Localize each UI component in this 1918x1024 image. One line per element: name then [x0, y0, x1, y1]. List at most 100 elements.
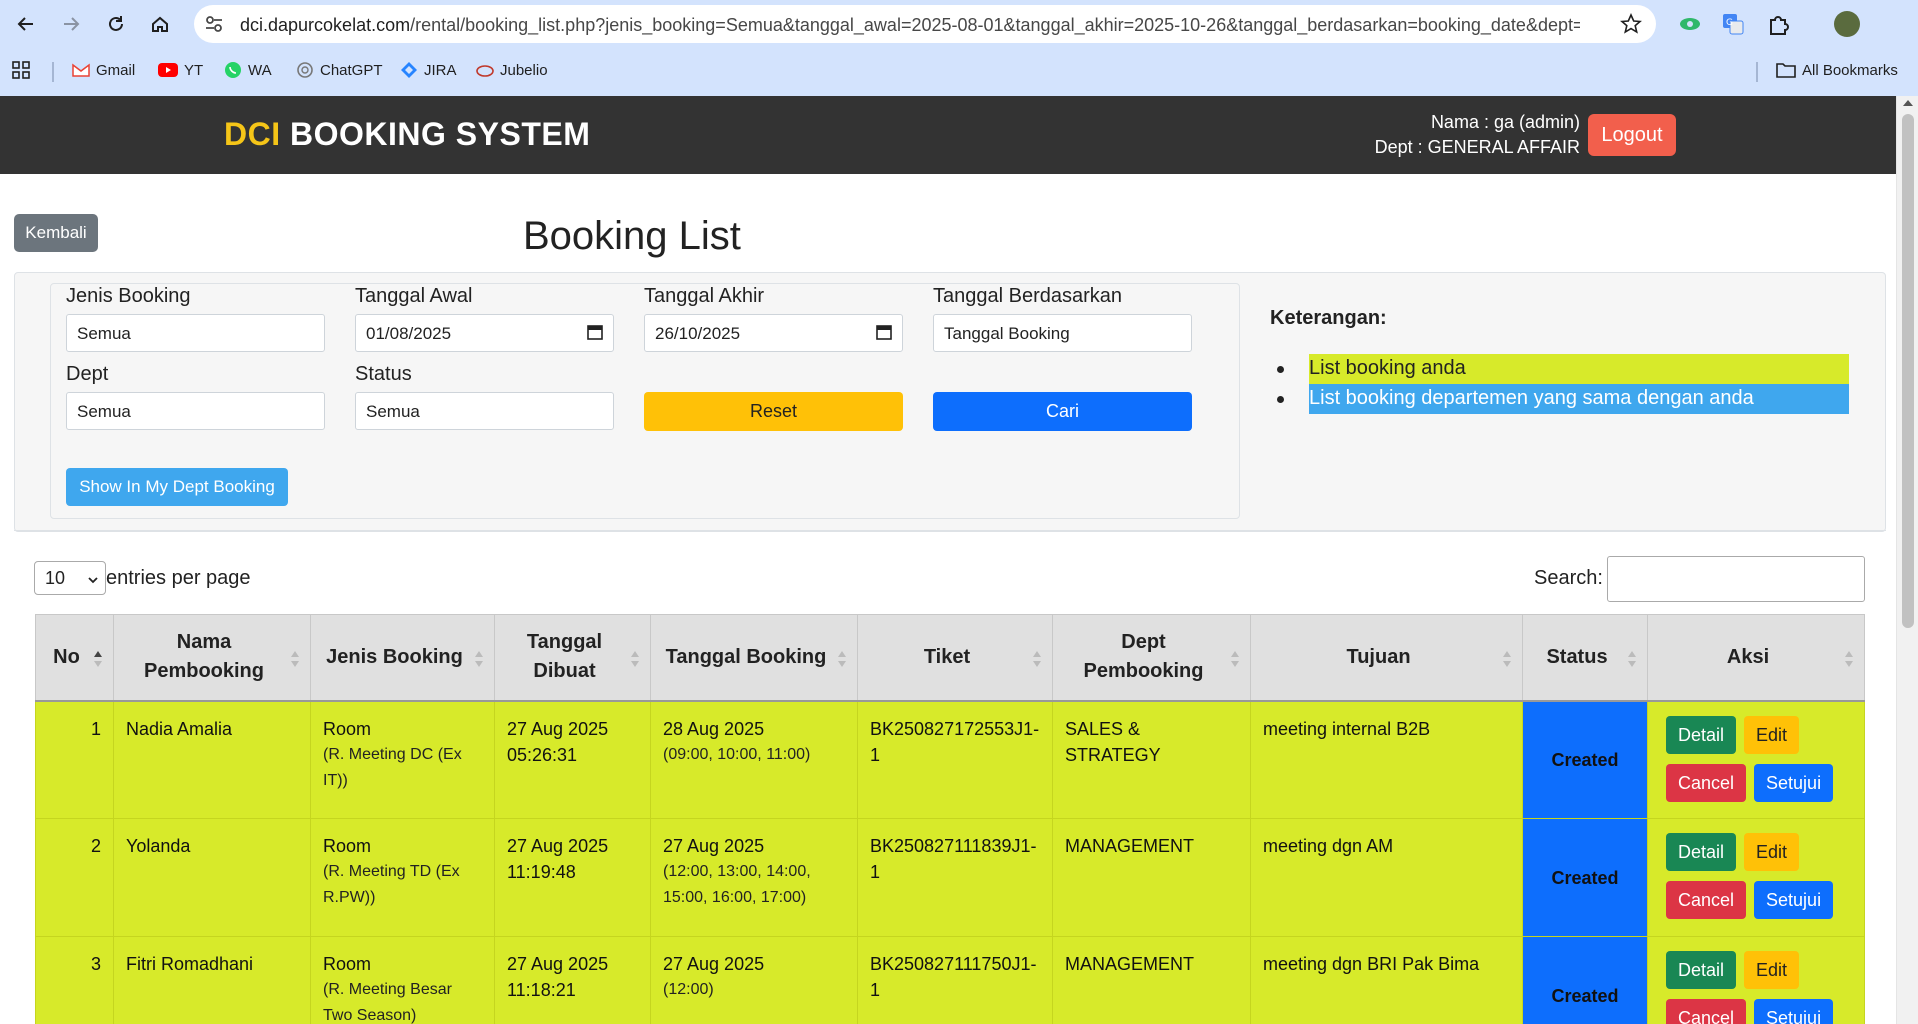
bookmark-jubelio[interactable]: Jubelio — [476, 58, 548, 82]
scroll-thumb[interactable] — [1902, 114, 1914, 628]
booking-date: 27 Aug 2025 — [663, 954, 765, 974]
sort-icon — [631, 651, 639, 667]
address-bar[interactable]: dci.dapurcokelat.com/rental/booking_list… — [194, 5, 1656, 43]
entries-per-page-select[interactable]: 10 — [34, 561, 106, 595]
search-button[interactable]: Cari — [933, 392, 1192, 431]
cell-tiket: BK250827111839J1-1 — [857, 818, 1053, 937]
show-my-dept-button[interactable]: Show In My Dept Booking — [66, 468, 288, 506]
browser-chrome: dci.dapurcokelat.com/rental/booking_list… — [0, 0, 1918, 96]
bookmark-jira[interactable]: JIRA — [400, 58, 457, 82]
jira-icon — [401, 62, 417, 78]
extensions-puzzle-icon[interactable] — [1765, 11, 1791, 37]
sort-icon — [291, 651, 299, 667]
table-search-input[interactable] — [1607, 556, 1865, 602]
column-header-aksi[interactable]: Aksi — [1647, 614, 1865, 702]
detail-button[interactable]: Detail — [1666, 833, 1737, 871]
page-scrollbar[interactable] — [1896, 96, 1918, 1024]
status-badge: Created — [1522, 818, 1648, 937]
app-header: DCI BOOKING SYSTEM Nama : ga (admin) Dep… — [0, 96, 1896, 174]
dept-select[interactable]: Semua — [66, 392, 325, 430]
column-label: Status — [1546, 645, 1608, 668]
cell-tujuan: meeting dgn AM — [1250, 818, 1523, 937]
edit-button[interactable]: Edit — [1744, 715, 1800, 754]
detail-button[interactable]: Detail — [1666, 715, 1737, 754]
dibuat-date: 27 Aug 2025 — [507, 836, 609, 856]
sort-icon — [1033, 651, 1041, 667]
edit-button[interactable]: Edit — [1744, 951, 1800, 989]
calendar-icon[interactable] — [876, 324, 892, 340]
site-info-icon[interactable] — [204, 14, 224, 34]
legend-title: Keterangan: — [1270, 307, 1387, 329]
bookmark-star-icon[interactable] — [1620, 13, 1642, 35]
detail-button[interactable]: Detail — [1666, 951, 1737, 989]
status-select[interactable]: Semua — [355, 392, 614, 430]
cell-no: 1 — [35, 700, 114, 819]
calendar-icon[interactable] — [587, 324, 603, 340]
bookmarks-separator — [52, 62, 54, 82]
tanggal-akhir-label: Tanggal Akhir — [644, 285, 765, 307]
cell-tujuan: meeting dgn BRI Pak Bima — [1250, 936, 1523, 1024]
bookmark-gmail[interactable]: Gmail — [72, 58, 135, 82]
jubelio-icon — [476, 65, 494, 77]
cell-jenis: Room (R. Meeting Besar Two Season) — [310, 936, 495, 1024]
tanggal-akhir-value: 26/10/2025 — [655, 324, 741, 343]
tanggal-akhir-input[interactable]: 26/10/2025 — [644, 314, 903, 352]
column-header-tujuan[interactable]: Tujuan — [1250, 614, 1523, 702]
cell-tiket: BK250827172553J1-1 — [857, 700, 1053, 819]
tanggal-berdasarkan-select[interactable]: Tanggal Booking — [933, 314, 1192, 352]
forward-arrow-icon[interactable] — [57, 10, 85, 38]
column-header-nama[interactable]: Nama Pembooking — [113, 614, 311, 702]
brand-rest: BOOKING SYSTEM — [290, 116, 591, 152]
all-bookmarks[interactable]: All Bookmarks — [1776, 58, 1898, 82]
column-header-dept[interactable]: Dept Pembooking — [1052, 614, 1251, 702]
column-label: Tiket — [923, 645, 971, 668]
apps-grid-icon[interactable] — [12, 58, 30, 82]
column-header-tanggal-dibuat[interactable]: Tanggal Dibuat — [494, 614, 651, 702]
table-row: 3 Fitri Romadhani Room (R. Meeting Besar … — [35, 936, 1865, 1024]
jenis-type: Room — [323, 836, 372, 856]
dibuat-date: 27 Aug 2025 — [507, 954, 609, 974]
bookmark-wa[interactable]: WA — [224, 58, 272, 82]
bookmark-chatgpt[interactable]: ChatGPT — [296, 58, 383, 82]
tanggal-awal-value: 01/08/2025 — [366, 324, 452, 343]
back-arrow-icon[interactable] — [12, 10, 40, 38]
cancel-button[interactable]: Cancel — [1666, 881, 1747, 919]
bookmarks-separator — [1756, 62, 1758, 82]
cell-tanggal-booking: 28 Aug 2025 (09:00, 10:00, 11:00) — [650, 700, 858, 819]
column-header-status[interactable]: Status — [1522, 614, 1648, 702]
approve-button[interactable]: Setujui — [1754, 881, 1834, 919]
booking-slots: (09:00, 10:00, 11:00) — [663, 745, 811, 763]
booking-slots: (12:00, 13:00, 14:00, 15:00, 16:00, 17:0… — [663, 863, 811, 906]
jenis-type: Room — [323, 954, 372, 974]
profile-avatar[interactable] — [1834, 11, 1860, 37]
column-header-no[interactable]: No — [35, 614, 114, 702]
cell-tanggal-dibuat: 27 Aug 2025 11:18:21 — [494, 936, 651, 1024]
jenis-booking-select[interactable]: Semua — [66, 314, 325, 352]
cell-aksi: Detail Edit Cancel Setujui — [1647, 700, 1865, 819]
jenis-booking-value: Semua — [77, 324, 131, 343]
translate-icon[interactable]: G — [1720, 11, 1746, 37]
approve-button[interactable]: Setujui — [1754, 763, 1834, 802]
bookmark-yt[interactable]: YT — [158, 58, 203, 82]
logout-button[interactable]: Logout — [1588, 114, 1676, 156]
cancel-button[interactable]: Cancel — [1666, 763, 1747, 802]
home-icon[interactable] — [146, 10, 174, 38]
extension-eye-icon[interactable] — [1677, 11, 1703, 37]
jenis-booking-label: Jenis Booking — [66, 285, 191, 307]
column-header-tiket[interactable]: Tiket — [857, 614, 1053, 702]
all-bookmarks-label: All Bookmarks — [1802, 61, 1898, 79]
reload-icon[interactable] — [102, 10, 130, 38]
sort-icon — [475, 651, 483, 667]
column-header-tanggal-booking[interactable]: Tanggal Booking — [650, 614, 858, 702]
scroll-up-arrow-icon[interactable] — [1903, 100, 1913, 106]
tanggal-awal-input[interactable]: 01/08/2025 — [355, 314, 614, 352]
approve-button[interactable]: Setujui — [1754, 999, 1834, 1024]
sort-icon — [1845, 651, 1853, 667]
cancel-button[interactable]: Cancel — [1666, 999, 1747, 1024]
legend-own-booking: List booking anda — [1309, 354, 1849, 384]
reset-button[interactable]: Reset — [644, 392, 903, 431]
dept-label: Dept — [66, 363, 109, 385]
back-button[interactable]: Kembali — [14, 214, 98, 252]
column-header-jenis[interactable]: Jenis Booking — [310, 614, 495, 702]
edit-button[interactable]: Edit — [1744, 833, 1800, 871]
